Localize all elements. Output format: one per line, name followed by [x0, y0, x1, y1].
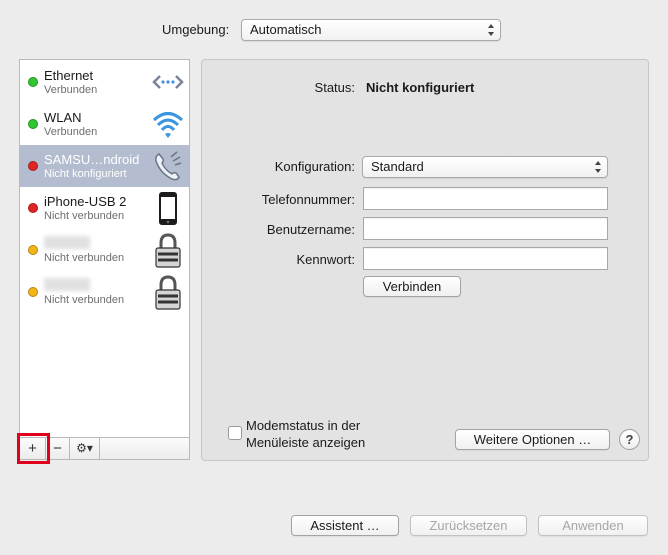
- wifi-icon: [151, 106, 185, 142]
- status-dot: [28, 245, 38, 255]
- configuration-label: Konfiguration:: [274, 159, 355, 174]
- location-value: Automatisch: [250, 22, 322, 37]
- add-button-highlight: [17, 433, 50, 464]
- ethernet-icon: [151, 64, 185, 100]
- service-item-ethernet[interactable]: Ethernet Verbunden: [20, 61, 189, 103]
- username-field[interactable]: [363, 217, 608, 240]
- password-field[interactable]: [363, 247, 608, 270]
- status-dot: [28, 161, 38, 171]
- service-item-samsung-android[interactable]: SAMSU…ndroid Nicht konfiguriert: [20, 145, 189, 187]
- status-dot: [28, 287, 38, 297]
- service-item-wlan[interactable]: WLAN Verbunden: [20, 103, 189, 145]
- service-item-vpn-1[interactable]: Nicht verbunden: [20, 229, 189, 271]
- popup-arrows-icon: [594, 159, 602, 175]
- service-name: [44, 278, 90, 291]
- connect-button[interactable]: Verbinden: [363, 276, 461, 297]
- service-name: WLAN: [44, 110, 82, 125]
- service-name: [44, 236, 90, 249]
- service-status: Nicht konfiguriert: [44, 168, 127, 180]
- action-gear-menu-button[interactable]: ⚙▾: [70, 438, 100, 459]
- lock-icon: [151, 232, 185, 268]
- popup-arrows-icon: [487, 22, 495, 38]
- service-status: Nicht verbunden: [44, 252, 125, 264]
- service-status: Verbunden: [44, 126, 98, 138]
- configuration-value: Standard: [371, 159, 424, 174]
- modem-status-label-line2: Menüleiste anzeigen: [246, 435, 366, 450]
- service-status: Verbunden: [44, 84, 98, 96]
- service-name: iPhone-USB 2: [44, 194, 127, 209]
- status-label: Status:: [314, 80, 355, 95]
- service-item-vpn-2[interactable]: Nicht verbunden: [20, 271, 189, 313]
- status-dot: [28, 77, 38, 87]
- location-label: Umgebung:: [162, 22, 230, 37]
- phone-number-field[interactable]: [363, 187, 608, 210]
- more-options-button[interactable]: Weitere Optionen …: [455, 429, 610, 450]
- lock-icon: [151, 274, 185, 310]
- detail-panel: Status: Nicht konfiguriert Konfiguration…: [201, 59, 649, 461]
- location-popup[interactable]: Automatisch: [241, 19, 501, 41]
- service-status: Nicht verbunden: [44, 294, 125, 306]
- service-list[interactable]: Ethernet Verbunden WLAN Verbunden SAMSU……: [19, 59, 190, 460]
- modem-status-label-line1: Modemstatus in der: [246, 418, 361, 433]
- password-label: Kennwort:: [296, 252, 355, 267]
- status-dot: [28, 119, 38, 129]
- revert-button[interactable]: Zurücksetzen: [410, 515, 527, 536]
- apply-button[interactable]: Anwenden: [538, 515, 648, 536]
- modem-status-checkbox[interactable]: [228, 426, 242, 440]
- phone-number-label: Telefonnummer:: [261, 192, 355, 207]
- help-button[interactable]: ?: [619, 429, 640, 450]
- status-dot: [28, 203, 38, 213]
- service-status: Nicht verbunden: [44, 210, 125, 222]
- service-item-iphone-usb[interactable]: iPhone-USB 2 Nicht verbunden: [20, 187, 189, 229]
- username-label: Benutzername:: [266, 222, 355, 237]
- configuration-popup[interactable]: Standard: [362, 156, 608, 178]
- assistant-button[interactable]: Assistent …: [291, 515, 399, 536]
- iphone-icon: [151, 190, 185, 226]
- service-name: Ethernet: [44, 68, 94, 83]
- service-name: SAMSU…ndroid: [44, 152, 140, 167]
- status-value: Nicht konfiguriert: [366, 80, 475, 95]
- phone-modem-icon: [151, 148, 185, 184]
